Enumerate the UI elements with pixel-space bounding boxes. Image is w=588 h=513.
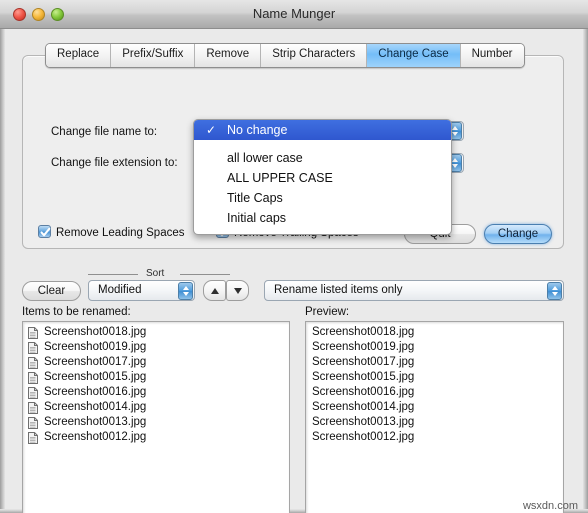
window-body: Replace Prefix/Suffix Remove Strip Chara… [0,29,588,513]
menu-item-all-lower-case[interactable]: all lower case [194,148,451,168]
list-item-label: Screenshot0016.jpg [312,386,415,398]
list-item-label: Screenshot0018.jpg [312,326,415,338]
remove-leading-spaces-checkbox[interactable]: Remove Leading Spaces [38,225,185,239]
list-item-label: Screenshot0016.jpg [44,386,147,398]
checkbox-checked-icon [38,225,51,238]
menu-item-label: No change [227,123,288,137]
list-item-label: Screenshot0019.jpg [312,341,415,353]
window-title: Name Munger [252,6,336,21]
tab-replace[interactable]: Replace [46,44,112,67]
tab-change-case[interactable]: Change Case [367,44,461,67]
change-file-extension-label: Change file extension to: [51,157,178,169]
tab-bar: Replace Prefix/Suffix Remove Strip Chara… [45,43,525,68]
rename-scope-popup[interactable]: Rename listed items only [264,280,564,301]
list-item-label: Screenshot0019.jpg [44,341,147,353]
window-titlebar: Name Munger [0,0,588,29]
triangle-up-icon [210,287,219,294]
menu-item-all-upper-case[interactable]: ALL UPPER CASE [194,168,451,188]
menu-item-initial-caps[interactable]: Initial caps [194,208,451,228]
list-item[interactable]: Screenshot0012.jpg [23,430,289,445]
list-item[interactable]: Screenshot0014.jpg [23,400,289,415]
sort-group-rule-left [88,274,138,275]
list-item[interactable]: Screenshot0019.jpg [306,340,563,355]
tab-number[interactable]: Number [460,44,524,67]
list-item-label: Screenshot0014.jpg [312,401,415,413]
menu-item-title-caps[interactable]: Title Caps [194,188,451,208]
sort-ascending-button[interactable] [203,280,226,301]
document-icon [28,416,38,429]
list-item-label: Screenshot0013.jpg [44,416,147,428]
list-item-label: Screenshot0017.jpg [44,356,147,368]
document-icon [28,356,38,369]
list-item-label: Screenshot0015.jpg [312,371,415,383]
list-item[interactable]: Screenshot0014.jpg [306,400,563,415]
sort-group-label: Sort [142,268,169,279]
list-item-label: Screenshot0015.jpg [44,371,147,383]
list-item-label: Screenshot0017.jpg [312,356,415,368]
preview-list-label: Preview: [305,306,350,318]
list-item[interactable]: Screenshot0016.jpg [306,385,563,400]
items-list-label: Items to be renamed: [22,306,131,318]
list-item-label: Screenshot0012.jpg [312,431,415,443]
list-item[interactable]: Screenshot0013.jpg [23,415,289,430]
preview-list[interactable]: Screenshot0018.jpg Screenshot0019.jpg Scre… [305,321,564,513]
tab-remove[interactable]: Remove [195,44,262,67]
change-case-dropdown-menu[interactable]: ✓ No change all lower case ALL UPPER CAS… [193,119,452,235]
window-left-bevel [0,29,5,513]
sort-descending-button[interactable] [226,280,249,301]
triangle-down-icon [233,287,242,294]
change-file-name-label: Change file name to: [51,126,158,138]
tab-prefix-suffix[interactable]: Prefix/Suffix [111,44,196,67]
checkmark-icon: ✓ [206,123,217,137]
list-item[interactable]: Screenshot0016.jpg [23,385,289,400]
rename-scope-value: Rename listed items only [274,284,403,296]
list-item[interactable]: Screenshot0013.jpg [306,415,563,430]
clear-button[interactable]: Clear [22,281,81,301]
items-to-be-renamed-list[interactable]: Screenshot0018.jpg Screenshot0019.jpg Scre… [22,321,290,513]
list-item[interactable]: Screenshot0015.jpg [306,370,563,385]
sort-field-value: Modified [98,284,142,296]
sort-field-popup[interactable]: Modified [88,280,195,301]
list-item[interactable]: Screenshot0018.jpg [23,325,289,340]
list-item-label: Screenshot0018.jpg [44,326,147,338]
change-button[interactable]: Change [484,224,552,244]
document-icon [28,431,38,444]
document-icon [28,341,38,354]
document-icon [28,326,38,339]
menu-item-no-change[interactable]: ✓ No change [194,120,451,140]
list-item[interactable]: Screenshot0017.jpg [306,355,563,370]
list-item[interactable]: Screenshot0017.jpg [23,355,289,370]
checkbox-label: Remove Leading Spaces [56,227,185,239]
list-item-label: Screenshot0013.jpg [312,416,415,428]
stepper-icon [178,282,193,300]
list-item[interactable]: Screenshot0019.jpg [23,340,289,355]
document-icon [28,386,38,399]
window-right-bevel [583,29,588,513]
tab-strip-characters[interactable]: Strip Characters [261,44,368,67]
list-item[interactable]: Screenshot0015.jpg [23,370,289,385]
document-icon [28,401,38,414]
stepper-icon [547,282,562,300]
watermark: wsxdn.com [522,500,578,512]
list-item[interactable]: Screenshot0012.jpg [306,430,563,445]
list-item-label: Screenshot0012.jpg [44,431,147,443]
list-item-label: Screenshot0014.jpg [44,401,147,413]
sort-group-rule-right [180,274,230,275]
name-munger-window: Name Munger Replace Prefix/Suffix Remove… [0,0,588,513]
document-icon [28,371,38,384]
menu-separator [194,140,451,146]
list-item[interactable]: Screenshot0018.jpg [306,325,563,340]
